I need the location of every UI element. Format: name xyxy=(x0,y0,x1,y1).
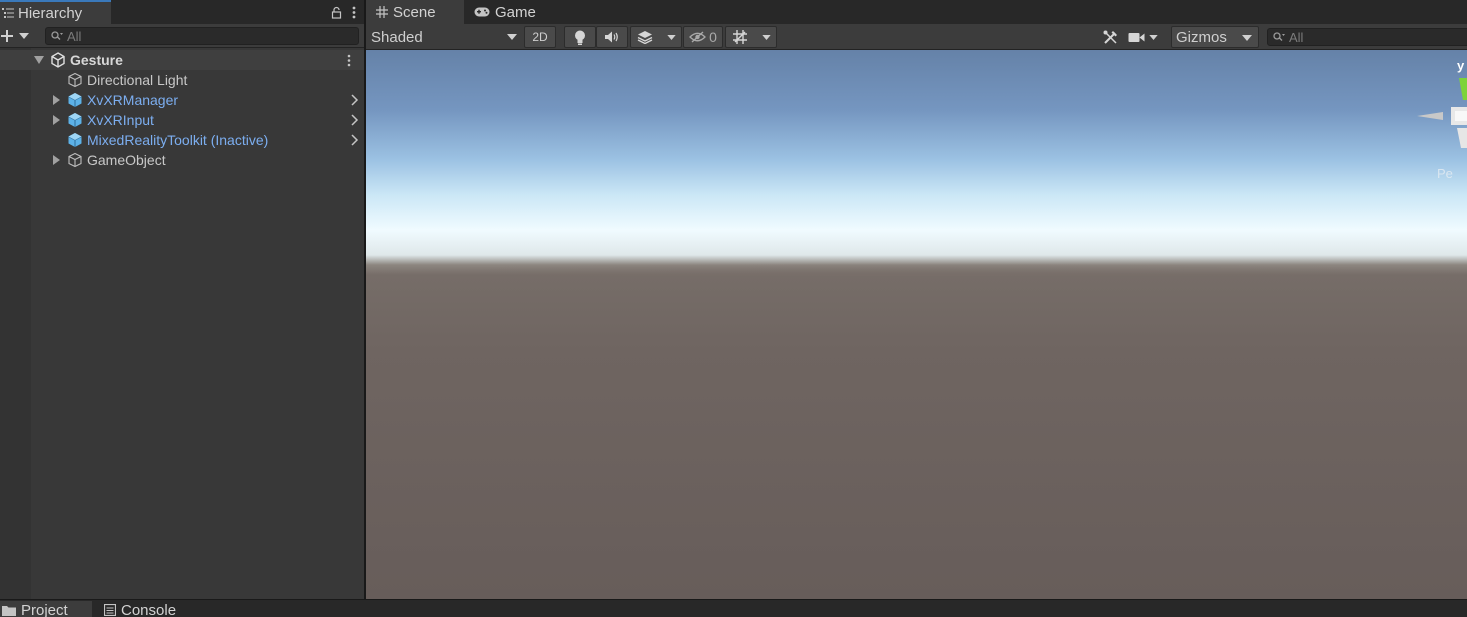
hierarchy-toolbar: All xyxy=(0,24,364,48)
layers-icon xyxy=(637,31,652,44)
dropdown-arrow-icon xyxy=(1149,34,1158,40)
expand-arrow-down-icon[interactable] xyxy=(34,55,44,65)
search-icon xyxy=(1273,32,1285,41)
hidden-objects-toggle[interactable]: 0 xyxy=(683,26,723,48)
prefab-cube-icon xyxy=(68,113,82,127)
gameobject-cube-icon xyxy=(68,72,82,88)
chevron-right-icon[interactable] xyxy=(350,94,360,106)
chevron-right-icon[interactable] xyxy=(350,134,360,146)
camera-settings-dropdown[interactable] xyxy=(1128,26,1168,48)
item-label: XvXRInput xyxy=(87,112,154,128)
hidden-objects-count: 0 xyxy=(709,29,717,45)
scene-root-row[interactable]: Gesture xyxy=(0,50,364,70)
hierarchy-item-directional-light[interactable]: Directional Light xyxy=(0,70,364,90)
hierarchy-item-gameobject[interactable]: GameObject xyxy=(0,150,364,170)
draw-mode-value: Shaded xyxy=(371,28,423,46)
scene-viewport[interactable]: y Pe xyxy=(366,50,1467,599)
scene-kebab-menu-icon[interactable] xyxy=(347,54,351,67)
scene-name: Gesture xyxy=(70,52,123,68)
grid-snap-icon xyxy=(732,30,747,44)
scene-search-placeholder: All xyxy=(1289,29,1304,45)
tools-button[interactable] xyxy=(1096,26,1124,48)
scene-toolbar: Shaded 2D 0 Gizmos All xyxy=(366,24,1467,50)
hierarchy-item-xvxrinput[interactable]: XvXRInput xyxy=(0,110,364,130)
tab-console-label: Console xyxy=(121,601,177,617)
audio-toggle[interactable] xyxy=(596,26,628,48)
tab-project[interactable]: Project xyxy=(0,601,92,617)
hierarchy-item-xvxrmanager[interactable]: XvXRManager xyxy=(0,90,364,110)
grid-hash-icon xyxy=(376,6,388,18)
lighting-toggle[interactable] xyxy=(564,26,596,48)
hierarchy-search-placeholder: All xyxy=(67,28,82,44)
console-icon xyxy=(104,604,116,616)
camera-icon xyxy=(1128,32,1145,42)
expand-arrow-right-icon[interactable] xyxy=(51,155,61,165)
hierarchy-panel: Hierarchy All Gesture Directional Light … xyxy=(0,0,364,599)
expand-arrow-right-icon[interactable] xyxy=(51,115,61,125)
tab-hierarchy[interactable]: Hierarchy xyxy=(0,0,111,24)
tab-game-label: Game xyxy=(495,3,536,21)
prefab-cube-icon xyxy=(68,133,82,147)
scene-search-field[interactable]: All xyxy=(1267,28,1467,46)
dropdown-arrow-icon xyxy=(507,34,517,40)
gamepad-icon xyxy=(474,7,490,17)
dropdown-arrow-icon xyxy=(19,33,29,39)
gizmo-projection-label[interactable]: Pe xyxy=(1437,166,1453,181)
tools-icon xyxy=(1103,30,1117,44)
draw-mode-dropdown[interactable]: Shaded xyxy=(371,26,517,48)
gizmo-axes-icon xyxy=(1417,78,1467,148)
grid-snapping-dropdown[interactable] xyxy=(725,26,777,48)
dropdown-arrow-icon xyxy=(1242,35,1252,41)
hierarchy-tabbar: Hierarchy xyxy=(0,0,364,24)
create-button[interactable] xyxy=(0,26,34,46)
tab-scene-label: Scene xyxy=(393,3,436,21)
tab-console[interactable]: Console xyxy=(104,601,194,617)
hierarchy-tree: Gesture Directional Light XvXRManager Xv… xyxy=(0,48,364,599)
horizon xyxy=(366,246,1467,276)
speaker-icon xyxy=(604,31,618,43)
plus-icon xyxy=(1,30,13,42)
hierarchy-search-field[interactable]: All xyxy=(45,27,359,45)
tab-game[interactable]: Game xyxy=(464,0,536,24)
gizmos-dropdown[interactable]: Gizmos xyxy=(1171,26,1259,48)
item-label: XvXRManager xyxy=(87,92,179,108)
bottom-tabbar: Project Console xyxy=(0,599,1467,617)
toggle-2d-label: 2D xyxy=(532,30,548,44)
toggle-2d-button[interactable]: 2D xyxy=(524,26,556,48)
tab-project-label: Project xyxy=(21,601,68,617)
hierarchy-item-mixedrealitytoolkit[interactable]: MixedRealityToolkit (Inactive) xyxy=(0,130,364,150)
scene-tabbar: Scene Game xyxy=(366,0,1467,24)
tab-scene[interactable]: Scene xyxy=(366,0,464,24)
folder-icon xyxy=(2,605,16,616)
search-icon xyxy=(51,31,63,40)
lock-icon[interactable] xyxy=(331,6,342,19)
orientation-gizmo[interactable]: y Pe xyxy=(1417,58,1467,188)
item-label: GameObject xyxy=(87,152,166,168)
hierarchy-tab-label: Hierarchy xyxy=(18,4,83,22)
dropdown-arrow-icon xyxy=(761,34,771,40)
kebab-menu-icon[interactable] xyxy=(352,6,356,19)
expand-arrow-right-icon[interactable] xyxy=(51,95,61,105)
dropdown-arrow-icon xyxy=(666,34,676,40)
gameobject-cube-icon xyxy=(68,152,82,168)
list-icon xyxy=(2,8,14,18)
item-label: Directional Light xyxy=(87,72,188,88)
eye-slash-icon xyxy=(689,31,707,43)
effects-dropdown[interactable] xyxy=(630,26,682,48)
gizmos-label: Gizmos xyxy=(1176,28,1227,46)
lightbulb-icon xyxy=(575,30,585,45)
item-label: MixedRealityToolkit (Inactive) xyxy=(87,132,269,148)
unity-scene-icon xyxy=(51,52,65,68)
chevron-right-icon[interactable] xyxy=(350,114,360,126)
scene-panel: Scene Game Shaded 2D 0 Gizmos All y Pe xyxy=(366,0,1467,599)
prefab-cube-icon xyxy=(68,93,82,107)
